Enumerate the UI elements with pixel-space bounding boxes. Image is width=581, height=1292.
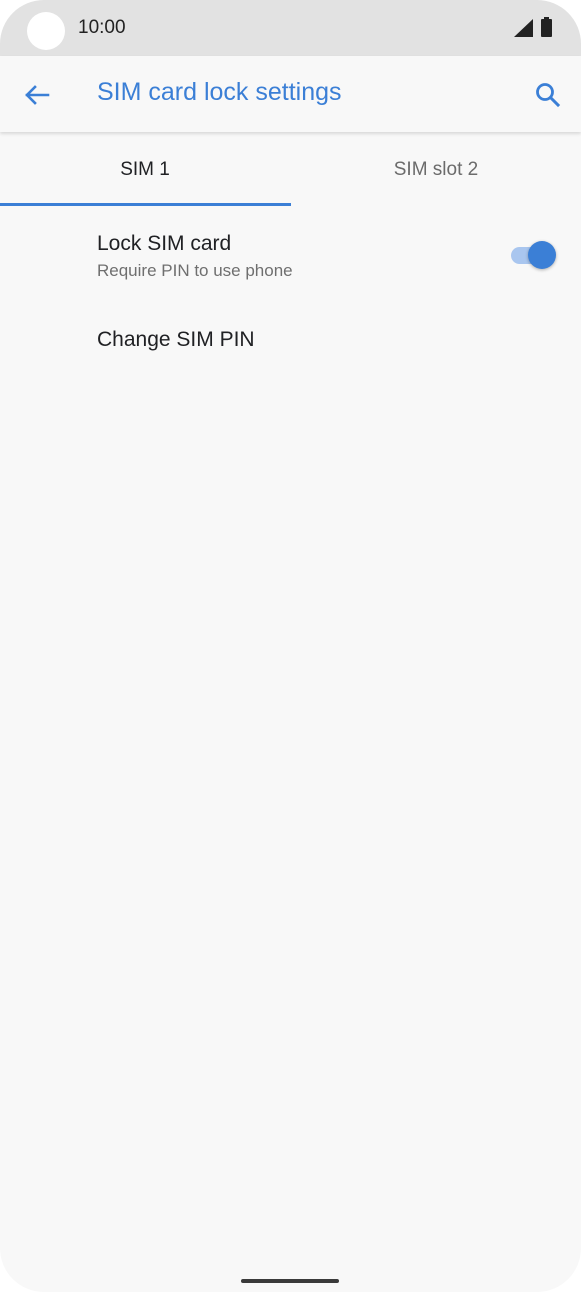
tab-selected-indicator [0, 203, 291, 206]
tab-label: SIM 1 [120, 159, 170, 180]
app-bar: SIM card lock settings [0, 56, 581, 132]
page-title: SIM card lock settings [97, 78, 342, 106]
home-indicator[interactable] [241, 1279, 339, 1283]
change-sim-pin-title: Change SIM PIN [97, 328, 255, 351]
battery-icon [541, 17, 552, 37]
lock-sim-card-title: Lock SIM card [97, 232, 232, 255]
change-sim-pin-setting[interactable]: Change SIM PIN [0, 306, 581, 378]
search-icon[interactable] [533, 80, 563, 110]
toggle-thumb [528, 241, 556, 269]
arrow-left-icon[interactable] [22, 80, 52, 110]
camera-cutout [27, 12, 65, 50]
status-time: 10:00 [78, 17, 126, 38]
status-bar: 10:00 [0, 0, 581, 56]
tab-sim-1[interactable]: SIM 1 [0, 134, 290, 206]
lock-sim-card-setting[interactable]: Lock SIM card Require PIN to use phone [0, 210, 581, 300]
tab-label: SIM slot 2 [393, 159, 479, 180]
lock-sim-card-toggle[interactable] [509, 240, 557, 270]
signal-icon [514, 19, 533, 37]
lock-sim-card-summary: Require PIN to use phone [97, 261, 293, 280]
phone-screen: 10:00 SIM card lock settings SIM 1 SIM s… [0, 0, 581, 1292]
sim-tabs: SIM 1 SIM slot 2 [0, 134, 581, 206]
tab-sim-slot-2[interactable]: SIM slot 2 [291, 134, 581, 206]
